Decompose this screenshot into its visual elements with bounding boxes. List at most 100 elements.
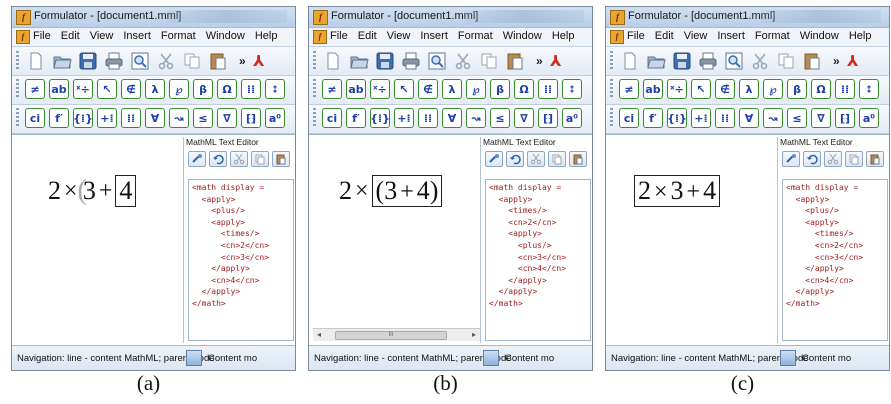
power-button[interactable]: a⁰ — [562, 108, 582, 128]
formula-term[interactable]: 2 — [638, 176, 651, 205]
menu-view[interactable]: View — [90, 30, 114, 42]
cut-icon[interactable] — [230, 151, 248, 167]
formula-term[interactable]: 2 — [339, 176, 352, 206]
save-disk-icon[interactable] — [374, 50, 396, 72]
open-folder-icon[interactable] — [348, 50, 370, 72]
set-braces-button[interactable]: {⁞} — [667, 108, 687, 128]
formula-term[interactable]: 3 — [83, 176, 96, 206]
omega-button[interactable]: Ω — [811, 79, 831, 99]
interval-button[interactable]: ⁅⁆ — [835, 108, 855, 128]
paste-icon[interactable] — [569, 151, 587, 167]
set-braces-button[interactable]: {⁞} — [73, 108, 93, 128]
copy-icon[interactable] — [845, 151, 863, 167]
formulator-menu-icon[interactable]: f — [610, 30, 624, 44]
formula-document-view[interactable]: 2 × 3 +4 — [608, 137, 778, 343]
zoom-view-icon[interactable] — [426, 50, 448, 72]
print-icon[interactable] — [400, 50, 422, 72]
scroll-right-arrow-icon[interactable]: ▸ — [468, 329, 480, 341]
arithmetic-button[interactable]: ˣ÷ — [370, 79, 390, 99]
toolbar-grip[interactable] — [610, 51, 613, 71]
cut-scissors-icon[interactable] — [452, 50, 474, 72]
nabla-button[interactable]: ∇ — [514, 108, 534, 128]
plus-slot-button[interactable]: +⁞ — [394, 108, 414, 128]
paste-icon[interactable] — [866, 151, 884, 167]
new-document-icon[interactable] — [25, 50, 47, 72]
formula-selected-whole[interactable]: 2 × 3 +4 — [634, 175, 721, 207]
text-ab-button[interactable]: ab — [346, 79, 366, 99]
beta-button[interactable]: β — [193, 79, 213, 99]
set-braces-button[interactable]: {⁞} — [370, 108, 390, 128]
toolbar-grip[interactable] — [16, 51, 19, 71]
save-disk-icon[interactable] — [77, 50, 99, 72]
link-icon[interactable] — [485, 151, 503, 167]
copy-icon[interactable] — [478, 50, 500, 72]
not-equal-button[interactable]: ≠ — [322, 79, 342, 99]
less-equal-button[interactable]: ≤ — [193, 108, 213, 128]
beta-button[interactable]: β — [787, 79, 807, 99]
formula-term[interactable]: 4) — [417, 176, 439, 205]
omega-button[interactable]: Ω — [217, 79, 237, 99]
link-icon[interactable] — [782, 151, 800, 167]
scroll-left-arrow-icon[interactable]: ◂ — [313, 329, 325, 341]
zoom-view-icon[interactable] — [129, 50, 151, 72]
undo-icon[interactable] — [209, 151, 227, 167]
menu-window[interactable]: Window — [800, 30, 839, 42]
mathml-code-editor[interactable]: <math display = <apply> <plus/> <apply> … — [782, 179, 888, 341]
toolbar-overflow-button[interactable]: » — [833, 54, 840, 68]
vector-button[interactable]: ⁞⁞ — [121, 108, 141, 128]
menu-window[interactable]: Window — [503, 30, 542, 42]
menu-file[interactable]: File — [627, 30, 645, 42]
formula-expression[interactable]: 2 × (3 +4) — [339, 175, 443, 207]
formula-expression[interactable]: 2 × ( 3 + 4 — [48, 175, 137, 207]
toolbar-grip[interactable] — [313, 108, 316, 128]
title-bar-controls[interactable] — [464, 10, 584, 23]
lambda-button[interactable]: λ — [145, 79, 165, 99]
undo-icon[interactable] — [803, 151, 821, 167]
vector-button[interactable]: ⁞⁞ — [418, 108, 438, 128]
interval-button[interactable]: ⁅⁆ — [538, 108, 558, 128]
matrix-button[interactable]: ⁞⁞ — [538, 79, 558, 99]
arrow-button[interactable]: ↖ — [97, 79, 117, 99]
copy-icon[interactable] — [775, 50, 797, 72]
forall-button[interactable]: ∀ — [145, 108, 165, 128]
menu-help[interactable]: Help — [849, 30, 872, 42]
formula-term[interactable]: (3 — [376, 176, 398, 205]
formula-term[interactable]: 2 — [48, 176, 61, 206]
function-button[interactable]: f′ — [346, 108, 366, 128]
bracket-button[interactable]: ⦂ — [265, 79, 285, 99]
power-button[interactable]: a⁰ — [859, 108, 879, 128]
toolbar-grip[interactable] — [313, 51, 316, 71]
toolbar-grip[interactable] — [313, 79, 316, 99]
weierstrass-button[interactable]: ℘ — [763, 79, 783, 99]
cut-icon[interactable] — [527, 151, 545, 167]
not-equal-button[interactable]: ≠ — [25, 79, 45, 99]
menu-view[interactable]: View — [684, 30, 708, 42]
function-button[interactable]: f′ — [643, 108, 663, 128]
formula-selected-group[interactable]: (3 +4) — [371, 175, 443, 207]
menu-insert[interactable]: Insert — [717, 30, 745, 42]
menu-format[interactable]: Format — [755, 30, 790, 42]
forall-button[interactable]: ∀ — [442, 108, 462, 128]
formulator-menu-icon[interactable]: f — [313, 30, 327, 44]
print-icon[interactable] — [697, 50, 719, 72]
mathml-code-editor[interactable]: <math display = <apply> <plus/> <apply> … — [188, 179, 294, 341]
omega-button[interactable]: Ω — [514, 79, 534, 99]
bracket-button[interactable]: ⦂ — [562, 79, 582, 99]
ci-button[interactable]: ci — [322, 108, 342, 128]
lambda-button[interactable]: λ — [739, 79, 759, 99]
mathml-code-editor[interactable]: <math display = <apply> <times/> <cn>2</… — [485, 179, 591, 341]
menu-file[interactable]: File — [33, 30, 51, 42]
less-equal-button[interactable]: ≤ — [787, 108, 807, 128]
zoom-view-icon[interactable] — [723, 50, 745, 72]
ci-button[interactable]: ci — [619, 108, 639, 128]
toolbar-grip[interactable] — [610, 79, 613, 99]
title-bar-controls[interactable] — [167, 10, 287, 23]
adobe-pdf-icon[interactable]: ⅄ — [547, 52, 565, 70]
menu-help[interactable]: Help — [255, 30, 278, 42]
menu-window[interactable]: Window — [206, 30, 245, 42]
ci-button[interactable]: ci — [25, 108, 45, 128]
arrow-button[interactable]: ↖ — [394, 79, 414, 99]
toolbar-overflow-button[interactable]: » — [239, 54, 246, 68]
menu-edit[interactable]: Edit — [61, 30, 80, 42]
mapping-button[interactable]: ↝ — [763, 108, 783, 128]
